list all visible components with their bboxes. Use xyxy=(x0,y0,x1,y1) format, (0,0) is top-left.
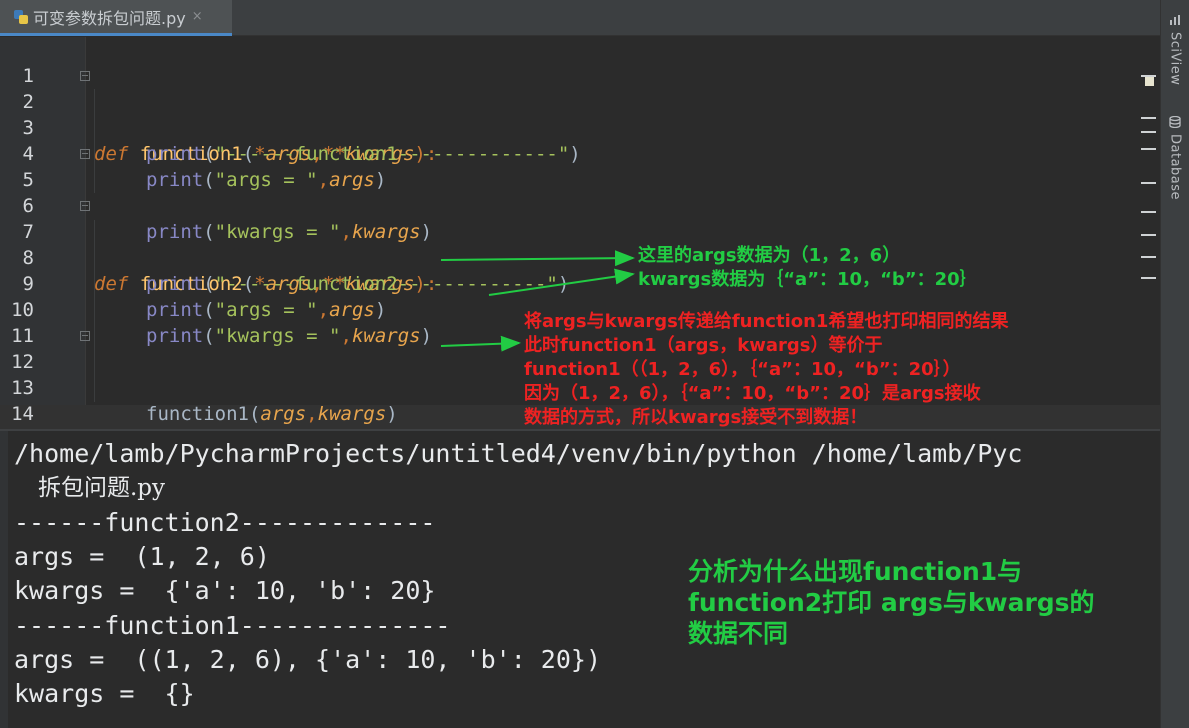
annotation-explanation: 数据的方式，所以kwargs接受不到数据！ xyxy=(524,407,868,428)
code-line: 6 xyxy=(0,167,1160,217)
code-line: 2 def function1(*args,**kwargs): xyxy=(0,63,1160,165)
code-line: 5 print("kwargs = ",kwargs) xyxy=(0,141,1160,243)
scrollbar-mark[interactable] xyxy=(1141,256,1156,258)
tool-sciview[interactable]: SciView xyxy=(1164,14,1186,85)
console-line: ------function1-------------- xyxy=(14,611,451,640)
console-gutter xyxy=(0,431,8,728)
console-line: args = (1, 2, 6) xyxy=(14,542,270,571)
code-line: 3 print("------function1--------------") xyxy=(0,89,1160,165)
code-line: 8 print("------function2-------------") xyxy=(0,219,1160,295)
database-icon xyxy=(1169,116,1181,128)
annotation-kwargs: kwargs数据为｛“a”：10，“b”：20｝ xyxy=(638,269,978,290)
tab-title: 可变参数拆包问题.py xyxy=(33,8,186,28)
right-tool-strip: SciView Database xyxy=(1160,0,1189,728)
sciview-icon xyxy=(1170,15,1180,25)
close-icon[interactable]: × xyxy=(192,9,203,24)
tab-file[interactable]: 可变参数拆包问题.py × xyxy=(0,0,232,36)
editor-tab-bar: 可变参数拆包问题.py × xyxy=(0,0,1160,36)
annotation-question: 数据不同 xyxy=(688,619,789,648)
inspection-status-icon[interactable] xyxy=(1145,77,1154,86)
scrollbar-mark[interactable] xyxy=(1141,277,1156,279)
annotation-explanation: 将args与kwargs传递给function1希望也打印相同的结果 xyxy=(524,311,1009,332)
code-line: 1 xyxy=(0,37,1160,87)
python-file-icon xyxy=(14,9,28,24)
annotation-explanation: function1（（1，2，6），｛“a”：10，“b”：20｝） xyxy=(524,359,961,380)
console-line: /home/lamb/PycharmProjects/untitled4/ven… xyxy=(14,439,1023,468)
code-line: 9 print("args = ",args) xyxy=(0,245,1160,321)
scrollbar-mark[interactable] xyxy=(1141,117,1156,119)
code-line: 4 print("args = ",args) xyxy=(0,115,1160,191)
fold-icon[interactable] xyxy=(80,71,90,81)
console-line: args = ((1, 2, 6), {'a': 10, 'b': 20}) xyxy=(14,645,601,674)
fold-icon[interactable] xyxy=(80,331,90,341)
scrollbar-mark[interactable] xyxy=(1141,234,1156,236)
annotation-explanation: 此时function1（args，kwargs）等价于 xyxy=(524,335,883,356)
console-line: kwargs = {} xyxy=(14,679,195,708)
scrollbar-mark[interactable] xyxy=(1141,182,1156,184)
code-line: 7 def function2(*args,**kwargs): xyxy=(0,193,1160,295)
annotation-question: function2打印 args与kwargs的 xyxy=(688,588,1095,617)
tool-label-sciview: SciView xyxy=(1167,32,1183,86)
scrollbar-mark[interactable] xyxy=(1141,131,1156,133)
code-line: 10 print("kwargs = ",kwargs) xyxy=(0,271,1160,347)
console-line: ------function2------------- xyxy=(14,508,436,537)
fold-icon[interactable] xyxy=(80,149,90,159)
console-line: 拆包问题.py xyxy=(38,475,166,501)
annotation-explanation: 因为（1，2，6），｛“a”：10，“b”：20｝是args接收 xyxy=(524,383,981,404)
scrollbar-mark[interactable] xyxy=(1141,75,1156,77)
scrollbar-mark[interactable] xyxy=(1141,211,1156,213)
tool-label-database: Database xyxy=(1167,134,1183,201)
annotation-args: 这里的args数据为（1，2，6） xyxy=(638,245,901,266)
fold-icon[interactable] xyxy=(80,201,90,211)
annotation-question: 分析为什么出现function1与 xyxy=(688,557,1023,586)
console-line: kwargs = {'a': 10, 'b': 20} xyxy=(14,576,436,605)
scrollbar-mark[interactable] xyxy=(1141,148,1156,150)
tool-database[interactable]: Database xyxy=(1164,116,1186,200)
